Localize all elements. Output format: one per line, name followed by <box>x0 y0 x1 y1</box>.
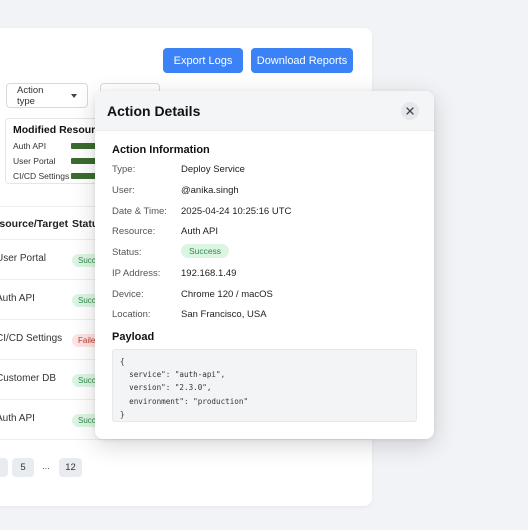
close-button[interactable] <box>401 102 419 120</box>
field-value: 192.168.1.49 <box>181 268 237 279</box>
resource-label: User Portal <box>13 156 56 166</box>
resource-cell: Auth API <box>0 413 35 424</box>
resource-cell: CI/CD Settings <box>0 333 63 344</box>
action-type-label: Action type <box>17 84 44 107</box>
payload-title: Payload <box>112 331 155 343</box>
field-value: Auth API <box>181 226 218 237</box>
pagination-page-button[interactable] <box>0 458 8 477</box>
field-value: San Francisco, USA <box>181 309 267 320</box>
payload-line: service": "auth-api", <box>120 370 226 380</box>
field-key: Type: <box>112 164 136 175</box>
field-key: User: <box>112 185 135 196</box>
field-value: 2025-04-24 10:25:16 UTC <box>181 206 292 217</box>
field-value: @anika.singh <box>181 185 239 196</box>
field-key: Location: <box>112 309 151 320</box>
modal-title: Action Details <box>107 103 201 119</box>
resource-label: CI/CD Settings <box>13 171 70 181</box>
close-icon <box>406 107 414 115</box>
action-details-modal: Action Details Action Information Type: … <box>95 91 434 439</box>
chevron-down-icon <box>71 93 77 98</box>
pagination-ellipsis: ... <box>42 461 50 472</box>
modal-header: Action Details <box>95 91 434 131</box>
resource-cell: User Portal <box>0 253 47 264</box>
payload-line: } <box>120 409 125 419</box>
field-key: Device: <box>112 289 144 300</box>
pagination-page-button[interactable]: 12 <box>59 458 82 477</box>
payload-code-block: { service": "auth-api", version": "2.3.0… <box>112 349 417 422</box>
payload-line: environment": "production" <box>120 396 249 406</box>
download-reports-button[interactable]: Download Reports <box>251 48 353 73</box>
field-key: Date & Time: <box>112 206 167 217</box>
column-header-resource[interactable]: Resource/Target <box>0 218 68 230</box>
field-key: IP Address: <box>112 268 161 279</box>
export-logs-button[interactable]: Export Logs <box>163 48 243 73</box>
field-value: Deploy Service <box>181 164 245 175</box>
field-key: Status: <box>112 247 142 258</box>
payload-line: version": "2.3.0", <box>120 383 212 393</box>
field-value: Chrome 120 / macOS <box>181 289 273 300</box>
payload-line: { <box>120 357 125 366</box>
action-information-title: Action Information <box>112 144 210 156</box>
resource-cell: Customer DB <box>0 373 57 384</box>
pagination-page-button[interactable]: 5 <box>12 458 34 477</box>
status-badge: Success <box>181 244 229 258</box>
field-key: Resource: <box>112 226 156 237</box>
resource-label: Auth API <box>13 141 47 151</box>
resource-cell: Auth API <box>0 293 35 304</box>
action-type-filter[interactable]: Action type <box>6 83 88 108</box>
